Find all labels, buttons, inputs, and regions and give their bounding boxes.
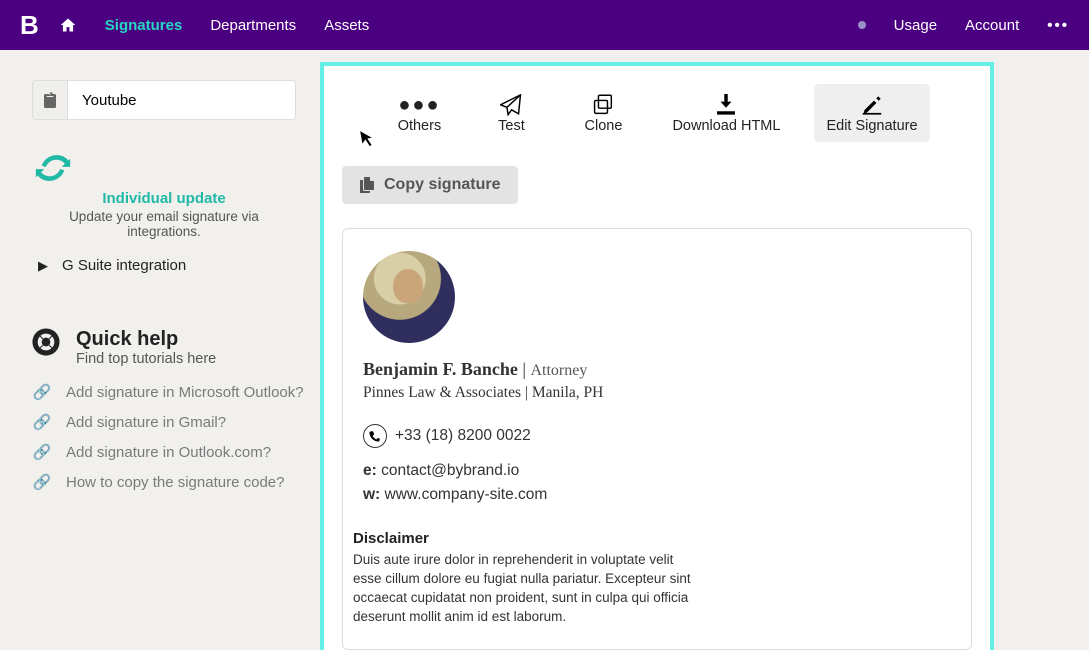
tool-label: Clone xyxy=(580,118,626,134)
link-icon: 🔗 xyxy=(32,413,52,431)
signature-name-line: Benjamin F. Banche | Attorney xyxy=(363,359,951,380)
signature-web-row: w: www.company-site.com xyxy=(363,486,951,504)
signature-role: Attorney xyxy=(530,362,587,379)
link-icon: 🔗 xyxy=(32,443,52,461)
signature-email-row: e: contact@bybrand.io xyxy=(363,462,951,480)
quick-help-links: 🔗 Add signature in Microsoft Outlook? 🔗 … xyxy=(32,377,310,497)
signature-preview: Benjamin F. Banche | Attorney Pinnes Law… xyxy=(342,228,972,650)
copy-signature-button[interactable]: Copy signature xyxy=(342,166,518,204)
main-panel: ●●● Others Test Clone Download HTML xyxy=(320,62,994,650)
gsuite-label: G Suite integration xyxy=(62,257,186,274)
gsuite-integration[interactable]: ▶ G Suite integration xyxy=(32,257,310,274)
help-link-outlook[interactable]: 🔗 Add signature in Microsoft Outlook? xyxy=(32,377,310,407)
help-link-gmail[interactable]: 🔗 Add signature in Gmail? xyxy=(32,407,310,437)
help-link-outlookcom[interactable]: 🔗 Add signature in Outlook.com? xyxy=(32,437,310,467)
signature-email: contact@bybrand.io xyxy=(381,462,519,479)
help-link-label: How to copy the signature code? xyxy=(66,474,284,491)
dots-icon: ●●● xyxy=(396,92,442,118)
refresh-icon xyxy=(32,150,296,186)
tool-edit-signature[interactable]: Edit Signature xyxy=(814,84,929,142)
help-link-label: Add signature in Microsoft Outlook? xyxy=(66,384,304,401)
nav-departments[interactable]: Departments xyxy=(210,17,296,34)
copy-signature-label: Copy signature xyxy=(384,176,500,194)
tool-label: Download HTML xyxy=(672,118,780,134)
tool-clone[interactable]: Clone xyxy=(568,84,638,142)
link-icon: 🔗 xyxy=(32,473,52,491)
life-ring-icon xyxy=(32,328,62,356)
tool-others[interactable]: ●●● Others xyxy=(384,84,454,142)
avatar-image xyxy=(363,251,455,343)
disclaimer-title: Disclaimer xyxy=(353,530,951,547)
phone-icon xyxy=(363,424,387,448)
search-box xyxy=(32,80,296,120)
signature-phone: +33 (18) 8200 0022 xyxy=(395,427,531,445)
tool-label: Edit Signature xyxy=(826,118,917,134)
download-icon xyxy=(672,92,780,118)
brand-logo[interactable]: B xyxy=(20,10,39,41)
paste-icon[interactable] xyxy=(33,81,68,119)
copy-icon xyxy=(360,177,374,193)
tool-test[interactable]: Test xyxy=(476,84,546,142)
nav-signatures[interactable]: Signatures xyxy=(105,17,183,34)
search-input[interactable] xyxy=(68,81,295,119)
link-icon: 🔗 xyxy=(32,383,52,401)
caret-right-icon: ▶ xyxy=(38,258,48,274)
tool-label: Others xyxy=(396,118,442,134)
disclaimer-text: Duis aute irure dolor in reprehenderit i… xyxy=(353,551,693,627)
tool-download-html[interactable]: Download HTML xyxy=(660,84,792,142)
clone-icon xyxy=(580,92,626,118)
help-link-copy-code[interactable]: 🔗 How to copy the signature code? xyxy=(32,467,310,497)
individual-update-title: Individual update xyxy=(32,190,296,207)
paper-plane-icon xyxy=(488,92,534,118)
nav-account[interactable]: Account xyxy=(965,17,1019,34)
nav-assets[interactable]: Assets xyxy=(324,17,369,34)
signature-phone-row: +33 (18) 8200 0022 xyxy=(363,424,951,448)
status-dot-icon xyxy=(858,21,866,29)
edit-icon xyxy=(826,92,917,118)
nav-usage[interactable]: Usage xyxy=(894,17,937,34)
quick-help-title: Quick help xyxy=(76,328,216,351)
more-icon[interactable]: ••• xyxy=(1047,17,1069,34)
sidebar: Individual update Update your email sign… xyxy=(0,50,320,650)
top-nav: B Signatures Departments Assets Usage Ac… xyxy=(0,0,1089,50)
help-link-label: Add signature in Outlook.com? xyxy=(66,444,271,461)
tool-label: Test xyxy=(488,118,534,134)
signature-name: Benjamin F. Banche xyxy=(363,359,518,379)
signature-web: www.company-site.com xyxy=(385,486,548,503)
individual-update-sub: Update your email signature via integrat… xyxy=(32,209,296,239)
quick-help-sub: Find top tutorials here xyxy=(76,351,216,367)
signature-firm: Pinnes Law & Associates | Manila, PH xyxy=(363,384,951,402)
signature-toolbar: ●●● Others Test Clone Download HTML xyxy=(336,84,978,142)
home-icon[interactable] xyxy=(59,17,77,33)
help-link-label: Add signature in Gmail? xyxy=(66,414,226,431)
